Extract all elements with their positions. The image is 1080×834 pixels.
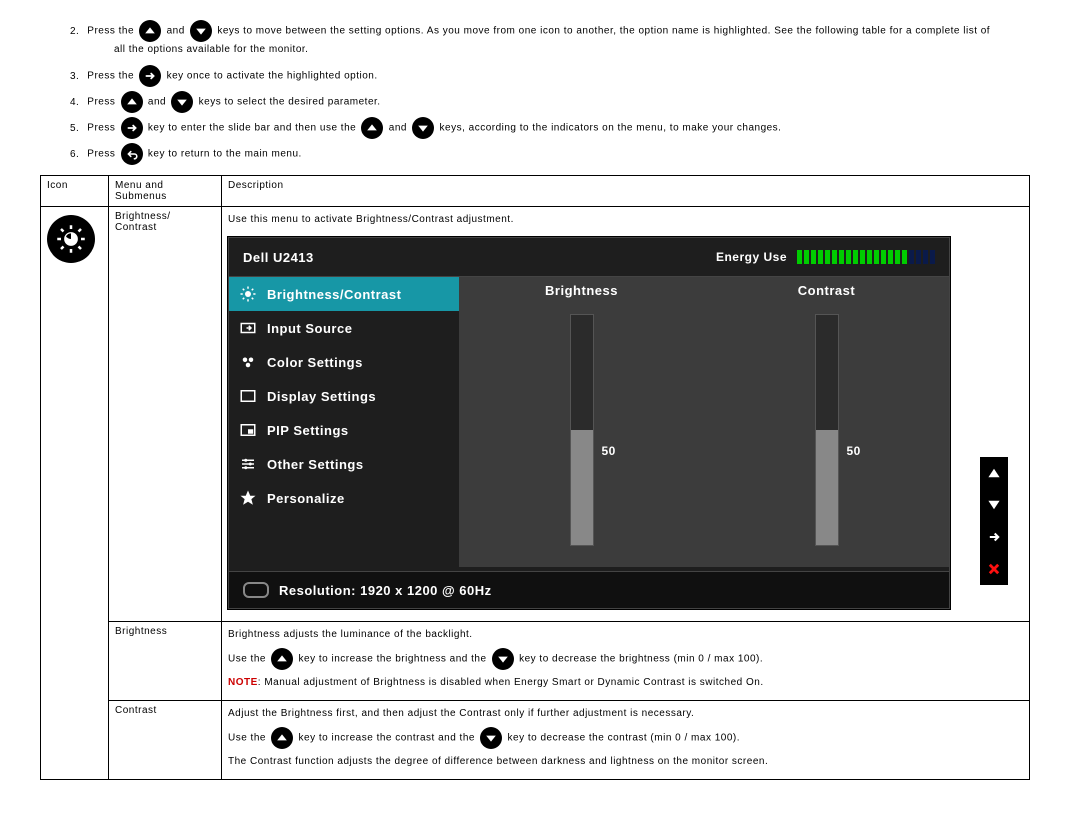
osd-exit-button[interactable] (980, 553, 1008, 585)
menu-color-settings[interactable]: Color Settings (229, 345, 459, 379)
slider-value: 50 (847, 444, 861, 458)
down-icon (412, 117, 434, 139)
menu-display-settings[interactable]: Display Settings (229, 379, 459, 413)
label: Brightness/Contrast (267, 287, 401, 302)
brightness-icon (239, 285, 257, 303)
line1: Adjust the Brightness first, and then ad… (228, 705, 1023, 723)
energy-label: Energy Use (716, 250, 787, 264)
desc-cell: Brightness adjusts the luminance of the … (222, 622, 1030, 701)
label: Personalize (267, 491, 345, 506)
slider-value: 50 (602, 444, 616, 458)
text: Press (87, 123, 115, 134)
osd-down-button[interactable] (980, 489, 1008, 521)
slider-label: Contrast (798, 283, 855, 298)
resolution-text: Resolution: 1920 x 1200 @ 60Hz (279, 583, 492, 598)
row-brightness-contrast: Brightness/ Contrast Use this menu to ac… (41, 207, 1030, 622)
contrast-slider[interactable]: Contrast 50 (704, 277, 949, 567)
up-icon (139, 20, 161, 42)
instruction-5: 5. Press key to enter the slide bar and … (70, 117, 1040, 139)
instruction-2: 2. Press the and keys to move between th… (70, 20, 1040, 42)
text: keys, according to the indicators on the… (440, 123, 782, 134)
note-label: NOTE (228, 677, 258, 688)
text: key once to activate the highlighted opt… (167, 71, 378, 82)
brightness-slider[interactable]: Brightness 50 (459, 277, 704, 567)
text: and (167, 26, 185, 37)
other-icon (239, 455, 257, 473)
energy-bars (797, 250, 935, 264)
line3: The Contrast function adjusts the degree… (228, 753, 1023, 771)
menu-personalize[interactable]: Personalize (229, 481, 459, 515)
text: key to return to the main menu. (148, 149, 302, 160)
th-desc: Description (222, 176, 1030, 207)
osd-screenshot: Dell U2413 Energy Use (228, 237, 1008, 617)
text: Press the (87, 26, 134, 37)
line2: Use the key to increase the brightness a… (228, 648, 1023, 670)
options-table: Icon Menu and Submenus Description Brigh… (40, 175, 1030, 780)
up-icon (121, 91, 143, 113)
row-contrast: Contrast Adjust the Brightness first, an… (41, 701, 1030, 780)
text: and (148, 97, 166, 108)
menu-pip-settings[interactable]: PIP Settings (229, 413, 459, 447)
text: keys to move between the setting options… (217, 26, 990, 37)
label: Other Settings (267, 457, 364, 472)
osd-up-button[interactable] (980, 457, 1008, 489)
menu-input-source[interactable]: Input Source (229, 311, 459, 345)
color-icon (239, 353, 257, 371)
label: PIP Settings (267, 423, 349, 438)
line2: Use the key to increase the contrast and… (228, 727, 1023, 749)
desc-intro: Use this menu to activate Brightness/Con… (228, 211, 1023, 229)
text: Press (87, 97, 115, 108)
osd-side-buttons (980, 457, 1008, 585)
back-icon (121, 143, 143, 165)
text: Press (87, 149, 115, 160)
label: Display Settings (267, 389, 376, 404)
osd-enter-button[interactable] (980, 521, 1008, 553)
line1: Brightness adjusts the luminance of the … (228, 626, 1023, 644)
down-icon (190, 20, 212, 42)
instruction-3: 3. Press the key once to activate the hi… (70, 65, 1040, 87)
instruction-list: 2. Press the and keys to move between th… (70, 20, 1040, 165)
label: Input Source (267, 321, 352, 336)
right-icon (139, 65, 161, 87)
menu-cell: Brightness (109, 622, 222, 701)
instruction-2-cont: all the options available for the monito… (114, 44, 1040, 55)
menu-other-settings[interactable]: Other Settings (229, 447, 459, 481)
brightness-icon (47, 215, 95, 263)
up-icon (271, 727, 293, 749)
osd-menu: Brightness/Contrast Input Source Color S… (229, 277, 459, 567)
input-icon (239, 319, 257, 337)
desc-cell: Use this menu to activate Brightness/Con… (222, 207, 1030, 622)
text: keys to select the desired parameter. (199, 97, 381, 108)
text: key to enter the slide bar and then use … (148, 123, 356, 134)
text: Press the (87, 71, 134, 82)
right-icon (121, 117, 143, 139)
slider-label: Brightness (545, 283, 618, 298)
down-icon (171, 91, 193, 113)
th-icon: Icon (41, 176, 109, 207)
label: Color Settings (267, 355, 363, 370)
desc-cell: Adjust the Brightness first, and then ad… (222, 701, 1030, 780)
osd-model: Dell U2413 (243, 250, 314, 265)
up-icon (271, 648, 293, 670)
down-icon (480, 727, 502, 749)
pip-icon (239, 421, 257, 439)
down-icon (492, 648, 514, 670)
display-icon (239, 387, 257, 405)
star-icon (239, 489, 257, 507)
link-icon (243, 582, 269, 598)
menu-cell: Brightness/ Contrast (109, 207, 222, 622)
text: and (389, 123, 407, 134)
line3: NOTE: Manual adjustment of Brightness is… (228, 674, 1023, 692)
th-menu: Menu and Submenus (109, 176, 222, 207)
instruction-6: 6. Press key to return to the main menu. (70, 143, 1040, 165)
row-brightness: Brightness Brightness adjusts the lumina… (41, 622, 1030, 701)
up-icon (361, 117, 383, 139)
menu-cell: Contrast (109, 701, 222, 780)
menu-brightness-contrast[interactable]: Brightness/Contrast (229, 277, 459, 311)
instruction-4: 4. Press and keys to select the desired … (70, 91, 1040, 113)
